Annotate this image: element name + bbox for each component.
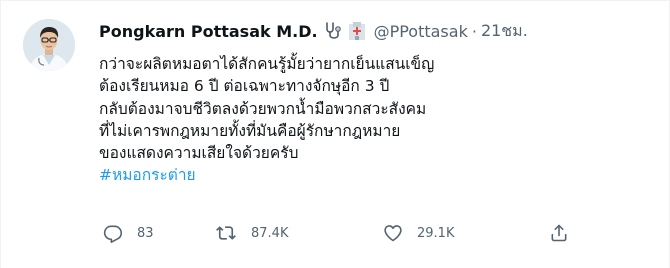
header-separator: · (471, 21, 477, 41)
hospital-icon (348, 22, 365, 40)
tweet-text-line: กลับต้องมาจบชีวิตลงด้วยพวกน้ำมือพวกสวะสั… (99, 99, 427, 118)
tweet-text-line: ของแสดงความเสียใจด้วยครับ (99, 144, 299, 163)
tweet-text: กว่าจะผลิตหมอตาได้สักคนรู้มั้ยว่ายากเย็น… (99, 53, 653, 187)
retweet-icon (216, 226, 236, 240)
name-emoji (324, 21, 368, 41)
like-button[interactable]: 29.1K (383, 223, 549, 243)
tweet-text-line: ต้องเรียนหมอ 6 ปี ต่อเฉพาะทางจักษุอีก 3 … (99, 77, 390, 96)
hashtag-link[interactable]: #หมอกระต่าย (99, 164, 653, 186)
tweet-content: Pongkarn Pottasak M.D. @PPottasak · 21ชม… (99, 19, 653, 187)
share-button[interactable] (549, 223, 569, 243)
avatar-image (23, 19, 75, 71)
tweet-actions: 83 87.4K 29.1K (103, 221, 643, 245)
tweet-text-line: ที่ไม่เคารพกฎหมายทั้งที่มันคือผู้รักษากฎ… (99, 121, 401, 140)
share-icon (551, 224, 567, 242)
avatar[interactable] (23, 19, 75, 71)
retweet-count: 87.4K (251, 225, 289, 241)
heart-icon (384, 225, 402, 242)
tweet-timestamp[interactable]: 21ชม. (481, 19, 528, 44)
tweet-text-line: กว่าจะผลิตหมอตาได้สักคนรู้มั้ยว่ายากเย็น… (99, 55, 435, 73)
tweet-header: Pongkarn Pottasak M.D. @PPottasak · 21ชม… (99, 19, 653, 43)
reply-count: 83 (137, 225, 154, 241)
reply-icon (103, 225, 123, 243)
author-handle[interactable]: @PPottasak (374, 22, 468, 41)
retweet-button[interactable]: 87.4K (215, 223, 383, 243)
tweet-card[interactable]: Pongkarn Pottasak M.D. @PPottasak · 21ชม… (0, 0, 670, 268)
stethoscope-icon (325, 22, 341, 39)
like-count: 29.1K (417, 225, 455, 241)
author-name[interactable]: Pongkarn Pottasak M.D. (99, 22, 318, 41)
reply-button[interactable]: 83 (103, 223, 215, 243)
